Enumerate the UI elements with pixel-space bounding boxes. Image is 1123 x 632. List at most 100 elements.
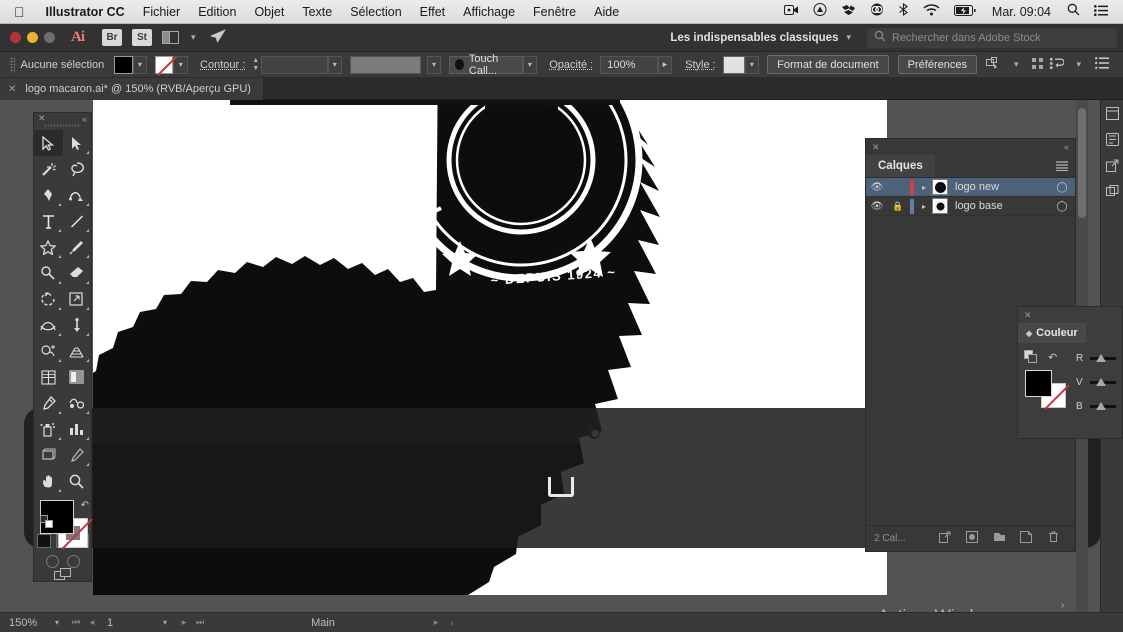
zoom-dropdown-icon[interactable]: ▾ bbox=[46, 618, 68, 627]
slider-track-b[interactable] bbox=[1090, 402, 1116, 410]
locate-object-icon[interactable] bbox=[932, 531, 959, 546]
brush-definition-field[interactable]: Touch Call... bbox=[449, 53, 523, 77]
properties-icon[interactable] bbox=[1101, 100, 1123, 126]
previous-artboard-icon[interactable]: ◂ bbox=[84, 617, 100, 628]
stroke-weight-label[interactable]: Contour : bbox=[200, 59, 245, 71]
align-dropdown[interactable]: ▾ bbox=[1077, 59, 1082, 70]
artboards-icon[interactable] bbox=[1101, 178, 1123, 204]
graphic-style-label[interactable]: Style : bbox=[685, 59, 716, 71]
change-screen-mode-icon[interactable] bbox=[53, 568, 72, 581]
menu-texte[interactable]: Texte bbox=[293, 0, 341, 24]
share-plane-icon[interactable] bbox=[209, 29, 226, 46]
shape-builder-tool[interactable] bbox=[34, 338, 63, 364]
slider-track-v[interactable] bbox=[1090, 378, 1116, 386]
slider-track-r[interactable] bbox=[1090, 354, 1116, 362]
artboard-dropdown-icon[interactable]: ▾ bbox=[154, 618, 176, 627]
default-fill-stroke-icon[interactable] bbox=[40, 515, 53, 528]
scrollbar-thumb[interactable] bbox=[1078, 108, 1086, 218]
hand-tool[interactable] bbox=[34, 468, 63, 494]
blend-tool[interactable] bbox=[63, 390, 92, 416]
collapse-panel-icon[interactable]: « bbox=[82, 114, 87, 124]
layer-name[interactable]: logo new bbox=[955, 181, 1049, 193]
column-graph-tool[interactable] bbox=[63, 416, 92, 442]
shaper-tool[interactable] bbox=[34, 260, 63, 286]
menu-selection[interactable]: Sélection bbox=[341, 0, 410, 24]
opacity-options-button[interactable]: ▸ bbox=[657, 55, 673, 74]
minimize-window-button[interactable] bbox=[27, 32, 38, 43]
creative-cloud-icon[interactable] bbox=[863, 0, 891, 24]
control-bar-grip[interactable] bbox=[10, 56, 15, 73]
arrange-documents-icon[interactable]: ▾ bbox=[162, 31, 196, 44]
layer-expand-arrow[interactable]: ▸ bbox=[916, 183, 932, 192]
opacity-label[interactable]: Opacité : bbox=[549, 59, 593, 71]
color-fill-swatch[interactable] bbox=[1025, 370, 1052, 397]
u-shape-object[interactable] bbox=[548, 477, 574, 497]
create-sublayer-icon[interactable] bbox=[986, 531, 1013, 546]
perspective-grid-tool[interactable] bbox=[63, 338, 92, 364]
table-row[interactable]: 👁 🔒 ▸ logo base ◯ bbox=[866, 197, 1075, 216]
select-similar-dropdown[interactable]: ▾ bbox=[1014, 59, 1019, 70]
magic-wand-tool[interactable] bbox=[34, 156, 63, 182]
collapse-panel-icon[interactable]: « bbox=[1064, 142, 1069, 152]
pen-tool[interactable] bbox=[34, 182, 63, 208]
eyedropper-tool[interactable] bbox=[34, 390, 63, 416]
swap-fill-stroke-icon[interactable]: ↶ bbox=[81, 500, 89, 511]
layer-target-circle[interactable]: ◯ bbox=[1049, 182, 1075, 193]
document-setup-button[interactable]: Format de document bbox=[767, 55, 889, 74]
color-slider-b[interactable]: B bbox=[1076, 401, 1116, 412]
menu-fenetre[interactable]: Fenêtre bbox=[524, 0, 585, 24]
wifi-icon[interactable] bbox=[916, 0, 947, 24]
export-icon[interactable] bbox=[1101, 152, 1123, 178]
scale-tool[interactable] bbox=[63, 286, 92, 312]
layer-visibility-toggle[interactable]: 👁 bbox=[866, 201, 888, 212]
menu-app-name[interactable]: Illustrator CC bbox=[37, 0, 134, 24]
draw-behind[interactable] bbox=[66, 555, 80, 568]
brush-dropdown[interactable]: ▾ bbox=[522, 55, 538, 74]
direct-selection-tool[interactable] bbox=[63, 130, 92, 156]
color-slider-r[interactable]: R bbox=[1076, 353, 1116, 364]
menu-effet[interactable]: Effet bbox=[411, 0, 454, 24]
stroke-profile-dropdown[interactable]: ▾ bbox=[426, 55, 442, 74]
graphic-style-swatch[interactable] bbox=[722, 55, 745, 74]
swap-fill-stroke-icon[interactable]: ↶ bbox=[1048, 351, 1057, 364]
stroke-weight-field[interactable] bbox=[261, 55, 328, 74]
layer-lock-toggle[interactable]: 🔒 bbox=[888, 201, 908, 212]
color-slider-v[interactable]: V bbox=[1076, 377, 1116, 388]
status-menu-icon[interactable]: ▸ bbox=[428, 617, 444, 628]
paintbrush-tool[interactable] bbox=[63, 234, 92, 260]
close-icon[interactable]: ✕ bbox=[38, 113, 46, 124]
dropbox-icon[interactable] bbox=[834, 0, 863, 24]
color-mode[interactable] bbox=[36, 534, 51, 548]
gradient-tool[interactable] bbox=[63, 364, 92, 390]
zoom-tool[interactable] bbox=[63, 468, 92, 494]
tab-couleur[interactable]: ◆ Couleur bbox=[1018, 323, 1086, 343]
curvature-tool[interactable] bbox=[63, 182, 92, 208]
mesh-tool[interactable] bbox=[34, 364, 63, 390]
layer-expand-arrow[interactable]: ▸ bbox=[916, 202, 932, 211]
make-mask-icon[interactable] bbox=[959, 531, 986, 546]
apple-icon[interactable]:  bbox=[14, 5, 25, 19]
last-artboard-icon[interactable]: ⏭ bbox=[192, 617, 208, 628]
width-tool[interactable] bbox=[34, 312, 63, 338]
transform-icon[interactable] bbox=[1031, 57, 1045, 73]
adobe-stock-search[interactable]: Rechercher dans Adobe Stock bbox=[867, 27, 1117, 48]
type-tool[interactable] bbox=[34, 208, 63, 234]
battery-icon[interactable] bbox=[947, 0, 983, 24]
menu-edition[interactable]: Edition bbox=[189, 0, 245, 24]
chevron-down-icon[interactable]: ▾ bbox=[191, 32, 196, 43]
airplay-icon[interactable] bbox=[806, 0, 834, 24]
fill-color-swatch[interactable] bbox=[114, 55, 133, 74]
layer-visibility-toggle[interactable]: 👁 bbox=[866, 182, 888, 193]
color-mini-swatches-icon[interactable] bbox=[1024, 350, 1037, 363]
stroke-weight-dropdown[interactable]: ▾ bbox=[327, 55, 343, 74]
opacity-field[interactable]: 100% bbox=[600, 55, 658, 74]
screen-record-icon[interactable] bbox=[777, 0, 806, 24]
close-window-button[interactable] bbox=[10, 32, 21, 43]
symbol-sprayer-tool[interactable] bbox=[34, 416, 63, 442]
rotate-tool[interactable] bbox=[34, 286, 63, 312]
close-icon[interactable]: ✕ bbox=[1024, 310, 1032, 321]
line-segment-tool[interactable] bbox=[63, 208, 92, 234]
tab-calques[interactable]: Calques bbox=[866, 155, 935, 177]
panel-options-icon[interactable] bbox=[1095, 57, 1110, 72]
workspace-switcher[interactable]: Les indispensables classiques bbox=[670, 32, 838, 44]
